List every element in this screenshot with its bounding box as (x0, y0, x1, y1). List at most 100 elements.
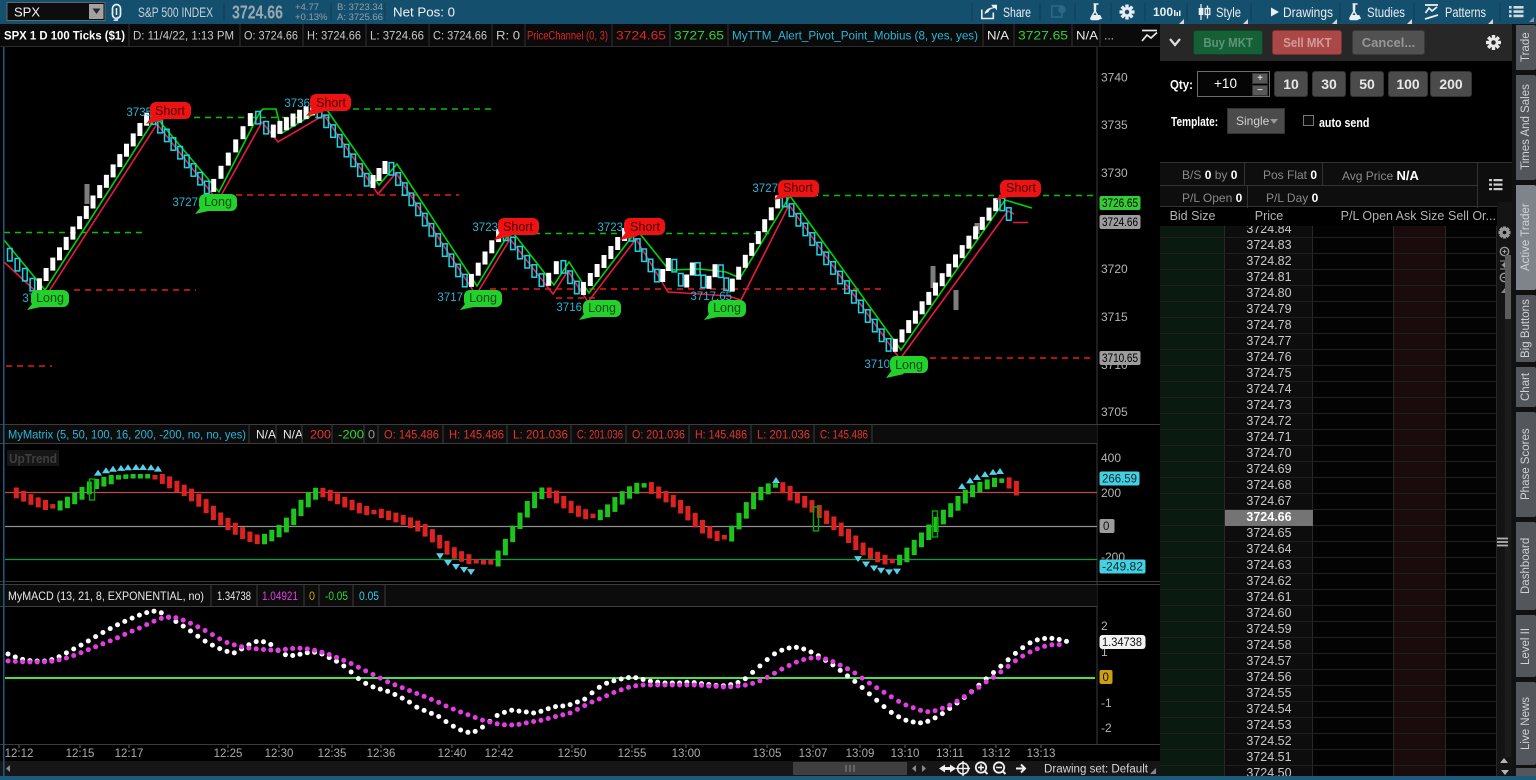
svg-text:0: 0 (368, 428, 375, 442)
svg-text:0.05: 0.05 (359, 589, 379, 603)
svg-text:12:15: 12:15 (66, 748, 95, 760)
svg-text:0: 0 (309, 589, 315, 603)
svg-text:Long: Long (204, 195, 232, 209)
svg-text:O: 145.486: O: 145.486 (384, 428, 439, 442)
svg-text:Short: Short (630, 220, 660, 234)
svg-text:13:10: 13:10 (891, 748, 920, 760)
svg-text:1.34738: 1.34738 (217, 589, 251, 603)
svg-text:L: 3724.66: L: 3724.66 (370, 29, 424, 43)
svg-text:L: 201.036: L: 201.036 (757, 428, 810, 442)
svg-text:S&P 500 INDEX: S&P 500 INDEX (138, 5, 213, 20)
svg-text:3727: 3727 (172, 197, 198, 209)
svg-text:Long: Long (895, 358, 923, 372)
svg-text:3705: 3705 (1101, 405, 1128, 419)
svg-text:...: ... (1104, 29, 1114, 43)
svg-text:266.59: 266.59 (1102, 474, 1137, 486)
svg-text:3727: 3727 (752, 183, 778, 195)
svg-text:3735: 3735 (1101, 118, 1128, 132)
svg-text:3727.65: 3727.65 (1018, 29, 1068, 43)
svg-text:O: 201.036: O: 201.036 (632, 428, 685, 442)
svg-text:13:11: 13:11 (936, 748, 964, 760)
svg-text:3724.66: 3724.66 (232, 3, 283, 23)
svg-text:12:42: 12:42 (485, 748, 514, 760)
svg-text:Long: Long (469, 291, 497, 305)
svg-text:Short: Short (1006, 181, 1036, 195)
svg-text:3723: 3723 (597, 222, 623, 234)
svg-text:13:07: 13:07 (799, 748, 828, 760)
svg-text:MyMatrix (5, 50, 100, 16, 200,: MyMatrix (5, 50, 100, 16, 200, -200, no,… (8, 428, 246, 442)
svg-text:12:40: 12:40 (438, 748, 467, 760)
svg-text:200: 200 (310, 428, 331, 442)
svg-text:N/A: N/A (283, 428, 303, 442)
svg-text:L: 201.036: L: 201.036 (513, 428, 568, 442)
svg-text:N/A: N/A (256, 428, 276, 442)
svg-text:MyMACD (13, 21, 8, EXPONENTIAL: MyMACD (13, 21, 8, EXPONENTIAL, no) (8, 589, 204, 603)
svg-text:3710: 3710 (864, 359, 890, 371)
svg-text:3715: 3715 (1101, 310, 1128, 324)
svg-text:O: 3724.66: O: 3724.66 (244, 29, 298, 43)
svg-text:-249.82: -249.82 (1102, 562, 1143, 574)
svg-text:N/A: N/A (987, 29, 1009, 43)
svg-text:13:05: 13:05 (753, 748, 782, 760)
svg-text:H: 145.486: H: 145.486 (449, 428, 504, 442)
svg-text:-200: -200 (338, 428, 364, 442)
svg-text:Studies: Studies (1367, 4, 1405, 20)
svg-text:Long: Long (713, 301, 741, 315)
svg-text:1.34738: 1.34738 (1102, 637, 1142, 649)
svg-text:H: 145.486: H: 145.486 (695, 428, 747, 442)
svg-text:3716: 3716 (556, 302, 582, 314)
svg-text:Long: Long (588, 301, 616, 315)
svg-text:3740: 3740 (1101, 71, 1128, 85)
svg-text:3720: 3720 (1101, 262, 1128, 276)
svg-text:PriceChannel (0, 3): PriceChannel (0, 3) (527, 29, 608, 43)
svg-text:SPX 1 D 100 Ticks ($1): SPX 1 D 100 Ticks ($1) (4, 29, 125, 43)
svg-text:12:55: 12:55 (618, 748, 647, 760)
svg-text:Short: Short (503, 220, 533, 234)
svg-text:13:09: 13:09 (846, 748, 875, 760)
svg-text:3717: 3717 (437, 292, 463, 304)
svg-text:Drawings: Drawings (1283, 4, 1333, 20)
svg-text:Net Pos: 0: Net Pos: 0 (393, 5, 455, 20)
svg-text:Share: Share (1003, 4, 1031, 20)
svg-text:UpTrend: UpTrend (9, 452, 57, 466)
svg-text:SPX: SPX (14, 5, 40, 20)
svg-text:Short: Short (316, 96, 346, 110)
svg-text:1.04921: 1.04921 (262, 589, 298, 603)
svg-text:3736: 3736 (284, 98, 310, 110)
svg-text:2: 2 (1101, 619, 1108, 633)
svg-text:200: 200 (1101, 486, 1121, 500)
svg-text:Short: Short (155, 104, 185, 118)
svg-text:-1: -1 (1101, 696, 1112, 710)
svg-text:13:12: 13:12 (982, 748, 1011, 760)
svg-text:C: 145.486: C: 145.486 (820, 428, 868, 442)
svg-text:12:35: 12:35 (318, 748, 347, 760)
svg-text:N/A: N/A (1076, 29, 1098, 43)
svg-text:A: 3725.66: A: 3725.66 (337, 12, 383, 23)
svg-text:Drawing set: Default: Drawing set: Default (1044, 764, 1149, 776)
svg-text:3724.65: 3724.65 (616, 29, 666, 43)
svg-text:12:30: 12:30 (265, 748, 294, 760)
svg-text:R: 0: R: 0 (496, 29, 520, 43)
svg-text:12:50: 12:50 (558, 748, 587, 760)
svg-text:-0.05: -0.05 (325, 589, 348, 603)
svg-text:Patterns: Patterns (1445, 4, 1486, 20)
svg-text:Style: Style (1216, 4, 1241, 20)
svg-text:3730: 3730 (1101, 166, 1128, 180)
svg-text:3723: 3723 (472, 222, 498, 234)
svg-text:C: 201.036: C: 201.036 (577, 428, 623, 442)
svg-text:MyTTM_Alert_Pivot_Point_Mobius: MyTTM_Alert_Pivot_Point_Mobius (8, yes, … (732, 29, 978, 43)
svg-text:3724.66: 3724.66 (1102, 217, 1138, 229)
svg-text:-2: -2 (1101, 721, 1112, 735)
svg-text:C: 3724.66: C: 3724.66 (433, 29, 487, 43)
svg-text:12:12: 12:12 (5, 748, 34, 760)
svg-text:400: 400 (1101, 451, 1121, 465)
svg-text:13:13: 13:13 (1027, 748, 1056, 760)
svg-text:0: 0 (1103, 672, 1109, 684)
svg-text:0: 0 (1103, 521, 1109, 533)
svg-text:Short: Short (783, 181, 813, 195)
svg-text:3727.65: 3727.65 (674, 29, 724, 43)
svg-text:3726.65: 3726.65 (1102, 198, 1138, 210)
svg-text:13:00: 13:00 (672, 748, 701, 760)
svg-text:12:36: 12:36 (367, 748, 396, 760)
svg-text:12:17: 12:17 (115, 748, 144, 760)
